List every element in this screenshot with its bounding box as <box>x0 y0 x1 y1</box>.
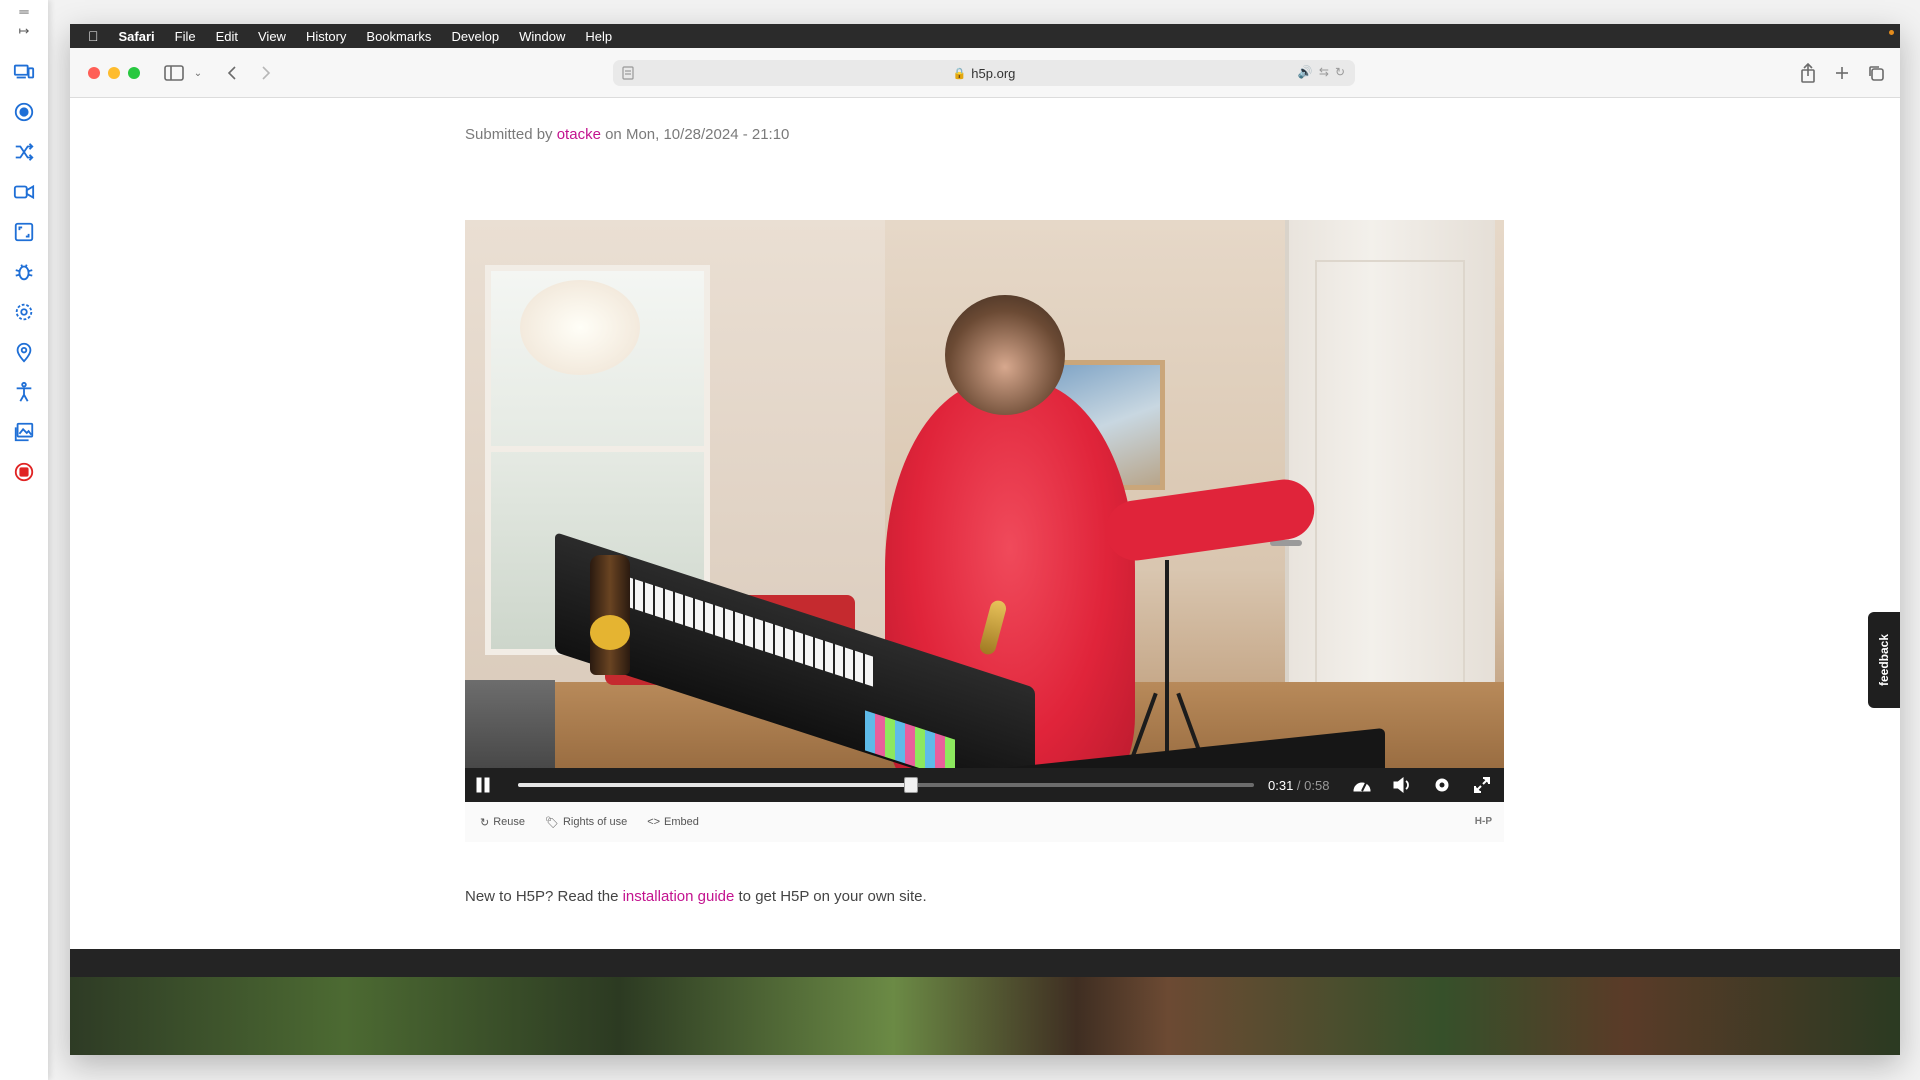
location-pin-icon[interactable] <box>12 340 36 364</box>
rights-label: Rights of use <box>562 816 628 828</box>
pause-icon[interactable] <box>465 768 501 802</box>
feedback-label: feedback <box>1877 633 1891 687</box>
collapse-arrow-icon[interactable]: ↦ <box>19 23 30 39</box>
menu-file[interactable]: File <box>175 29 196 44</box>
fullscreen-icon[interactable] <box>1464 768 1500 802</box>
apple-menu-icon[interactable]:  <box>88 28 99 44</box>
bug-icon[interactable] <box>12 260 36 284</box>
settings-gear-icon[interactable] <box>1424 768 1460 802</box>
seek-bar-progress <box>518 783 912 787</box>
intro-suffix: to get H5P on your own site. <box>738 888 927 905</box>
footer-bar <box>70 949 1900 977</box>
menu-help[interactable]: Help <box>585 29 612 44</box>
forward-arrow-icon[interactable] <box>256 62 276 84</box>
menu-icon[interactable]: ═ <box>19 4 28 19</box>
menu-view[interactable]: View <box>258 29 286 44</box>
lock-icon: 🔒 <box>952 67 967 80</box>
feedback-tab[interactable]: feedback <box>1868 612 1900 708</box>
time-separator: / <box>1293 777 1305 793</box>
minimize-window-button[interactable] <box>108 67 120 79</box>
page-icon <box>622 66 634 80</box>
devices-icon[interactable] <box>12 60 36 84</box>
video-scene-bottle-label <box>590 615 630 650</box>
back-arrow-icon[interactable] <box>222 62 242 84</box>
rights-of-use-button[interactable]: 🏷 Rights of use <box>545 816 627 829</box>
audio-playing-icon[interactable]: 🔊 <box>1298 65 1313 79</box>
reload-icon[interactable]: ↻ <box>1335 65 1345 79</box>
menu-bar:  Safari File Edit View History Bookmark… <box>70 24 1900 48</box>
time-display: 0:31 / 0:58 <box>1268 778 1338 793</box>
menu-window[interactable]: Window <box>519 29 565 44</box>
address-bar[interactable]: 🔒 h5p.org 🔊 ⇆ ↻ <box>613 60 1355 86</box>
author-link[interactable]: otacke <box>557 126 601 143</box>
reuse-icon: ↻ <box>480 816 490 829</box>
playback-speed-icon[interactable] <box>1344 768 1380 802</box>
volume-icon[interactable] <box>1384 768 1420 802</box>
rail-top: ═ ↦ <box>0 0 48 39</box>
shuffle-icon[interactable] <box>12 140 36 164</box>
window-controls <box>88 67 140 79</box>
embed-button[interactable]: <> Embed <box>647 816 699 828</box>
h5p-actions-bar: ↻ Reuse 🏷 Rights of use <> Embed H-P <box>465 802 1504 842</box>
menu-bookmarks[interactable]: Bookmarks <box>366 29 431 44</box>
chevron-down-icon[interactable]: ⌄ <box>192 62 204 84</box>
submitted-date: on Mon, 10/28/2024 - 21:10 <box>605 126 790 143</box>
h5p-logo[interactable]: H-P <box>1475 816 1492 827</box>
installation-guide-link[interactable]: installation guide <box>623 888 735 905</box>
accessibility-icon[interactable] <box>12 380 36 404</box>
screen-crop-icon[interactable] <box>12 220 36 244</box>
address-domain: h5p.org <box>971 65 1016 81</box>
seek-handle[interactable] <box>904 777 919 793</box>
gallery-icon[interactable] <box>12 420 36 444</box>
intro-text: New to H5P? Read the installation guide … <box>465 888 927 905</box>
reuse-label: Reuse <box>493 816 526 828</box>
address-right-icons: 🔊 ⇆ ↻ <box>1298 65 1345 79</box>
menu-app-name[interactable]: Safari <box>119 29 155 44</box>
video-controls: 0:31 / 0:58 <box>465 768 1504 802</box>
video-scene-lamp <box>520 280 640 375</box>
h5p-video-player: 0:31 / 0:58 ↻ Reuse 🏷 Rights of use <> E… <box>465 220 1504 842</box>
sidebar-toggle-icon[interactable] <box>162 62 186 84</box>
status-dot <box>1889 30 1894 35</box>
controls-right <box>1344 768 1500 802</box>
menu-develop[interactable]: Develop <box>451 29 499 44</box>
footer-forest-image <box>70 977 1900 1055</box>
translate-icon[interactable]: ⇆ <box>1319 65 1329 79</box>
time-total: 0:58 <box>1304 777 1330 793</box>
close-window-button[interactable] <box>88 67 100 79</box>
settings-gear-icon[interactable] <box>12 300 36 324</box>
new-tab-icon[interactable] <box>1832 62 1852 84</box>
submitted-prefix: Submitted by <box>465 126 553 143</box>
maximize-window-button[interactable] <box>128 67 140 79</box>
page-content: Submitted by otacke on Mon, 10/28/2024 -… <box>70 98 1900 1055</box>
seek-bar[interactable] <box>518 777 1254 793</box>
record-stop-icon[interactable] <box>12 460 36 484</box>
share-icon[interactable] <box>1798 62 1818 84</box>
submitted-line: Submitted by otacke on Mon, 10/28/2024 -… <box>465 126 789 143</box>
menu-edit[interactable]: Edit <box>216 29 238 44</box>
video-camera-icon[interactable] <box>12 180 36 204</box>
target-icon[interactable] <box>12 100 36 124</box>
code-icon: <> <box>647 816 661 828</box>
time-current: 0:31 <box>1268 777 1294 793</box>
menu-history[interactable]: History <box>306 29 346 44</box>
browser-window:  Safari File Edit View History Bookmark… <box>70 24 1900 1055</box>
video-frame[interactable]: 0:31 / 0:58 <box>465 220 1504 802</box>
video-scene-door-panel <box>1315 260 1465 720</box>
intro-prefix: New to H5P? Read the <box>465 888 619 905</box>
tool-rail: ═ ↦ <box>0 0 48 1080</box>
tab-overview-icon[interactable] <box>1866 62 1886 84</box>
tag-icon: 🏷 <box>545 816 559 829</box>
reuse-button[interactable]: ↻ Reuse <box>480 816 525 829</box>
browser-toolbar: ⌄ 🔒 h5p.org 🔊 ⇆ ↻ <box>70 48 1900 98</box>
video-scene-head <box>945 295 1065 415</box>
rail-tools <box>0 60 48 500</box>
embed-label: Embed <box>664 816 699 828</box>
